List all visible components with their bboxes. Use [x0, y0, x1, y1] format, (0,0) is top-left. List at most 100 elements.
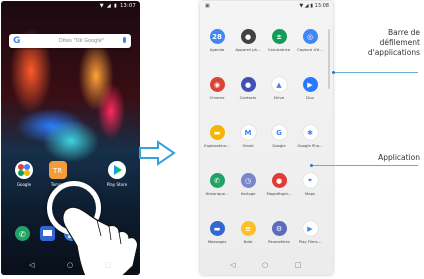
- app-item[interactable]: 28 Agenda: [202, 29, 232, 52]
- status-time: 13:07: [120, 3, 136, 9]
- scrollbar-leader-dot: [332, 71, 335, 74]
- app-icon[interactable]: ✱: [302, 125, 318, 140]
- app-item[interactable]: ◷ Horloge: [233, 173, 263, 196]
- app-item[interactable]: ▶ Duo: [295, 77, 325, 100]
- messages-icon[interactable]: [40, 226, 55, 241]
- app-label: Google: [272, 143, 286, 148]
- tommy-icon[interactable]: TR: [49, 161, 67, 179]
- app-item[interactable]: ≡ Note: [233, 221, 263, 244]
- battery-icon: ▮: [114, 3, 118, 9]
- scrollbar-leader-line: [334, 72, 418, 73]
- status-bar: ▼ ◢ ▮ 13:07: [100, 3, 136, 9]
- app-label: Magnétoph...: [266, 191, 292, 196]
- app-item[interactable]: ◎ Capture d'é...: [295, 29, 325, 52]
- app-label: Chrome: [209, 95, 225, 100]
- app-label: Note: [243, 239, 253, 244]
- search-placeholder: Dites "Ok Google": [59, 38, 105, 44]
- home-app-label: Google: [16, 182, 32, 187]
- status-bar: ▼ ◢ ▮ 13:08: [299, 3, 329, 9]
- status-time: 13:08: [314, 3, 329, 9]
- app-icon[interactable]: ●: [271, 173, 287, 188]
- app-leader-dot: [310, 164, 313, 167]
- svg-text:TR: TR: [52, 167, 62, 175]
- app-icon[interactable]: ▶: [302, 77, 318, 92]
- annotation-line-1: Barre de: [388, 28, 420, 37]
- app-icon[interactable]: M: [240, 125, 256, 140]
- app-icon[interactable]: ◎: [302, 29, 318, 44]
- app-label: Contacts: [239, 95, 257, 100]
- app-label: Capture d'é...: [297, 47, 323, 52]
- app-icon[interactable]: ✆: [209, 173, 225, 188]
- app-item[interactable]: ⌖ Maps: [295, 173, 325, 196]
- app-icon[interactable]: ◉: [209, 77, 225, 92]
- app-icon[interactable]: ◷: [240, 173, 256, 188]
- annotation-line-2: défilement: [379, 38, 420, 47]
- recents-button[interactable]: □: [105, 261, 112, 269]
- play-store-icon[interactable]: [108, 161, 126, 179]
- home-button[interactable]: ○: [67, 261, 73, 269]
- svg-text:✆: ✆: [19, 230, 26, 239]
- app-scrollbar[interactable]: [328, 29, 330, 89]
- app-label: Drive: [273, 95, 285, 100]
- app-item[interactable]: ▬ Messages: [202, 221, 232, 244]
- app-icon[interactable]: ●: [240, 29, 256, 44]
- app-item[interactable]: ✆ Historique...: [202, 173, 232, 196]
- back-button[interactable]: ◁: [230, 261, 235, 269]
- app-label: Historique...: [205, 191, 229, 196]
- back-button[interactable]: ◁: [29, 261, 34, 269]
- signal-icon: ◢: [304, 3, 309, 9]
- annotation-line-3: d'applications: [367, 48, 420, 57]
- google-search-bar[interactable]: G Dites "Ok Google": [9, 34, 131, 48]
- app-item[interactable]: ◉ Chrome: [202, 77, 232, 100]
- app-item[interactable]: ● Magnétoph...: [264, 173, 294, 196]
- app-icon[interactable]: ▲: [271, 77, 287, 92]
- signal-icon: ◢: [106, 3, 112, 9]
- app-label: Appareil ph...: [235, 47, 261, 52]
- app-leader-line: [312, 165, 418, 166]
- app-item[interactable]: ▬ Explorateur...: [202, 125, 232, 148]
- app-item[interactable]: G Google: [264, 125, 294, 148]
- app-icon[interactable]: ▶: [302, 221, 318, 236]
- app-icon[interactable]: ±: [271, 29, 287, 44]
- app-label: Google Pho...: [297, 143, 323, 148]
- app-icon[interactable]: ≡: [240, 221, 256, 236]
- app-icon[interactable]: ▬: [209, 125, 225, 140]
- app-icon[interactable]: G: [271, 125, 287, 140]
- app-icon[interactable]: ⌖: [302, 173, 318, 188]
- recents-button[interactable]: □: [295, 261, 302, 269]
- app-label: Agenda: [209, 47, 225, 52]
- app-item[interactable]: M Gmail: [233, 125, 263, 148]
- wifi-icon: ▼: [99, 3, 104, 9]
- app-icon[interactable]: ▬: [209, 221, 225, 236]
- app-annotation: Application: [378, 153, 420, 162]
- mic-icon[interactable]: [123, 37, 126, 43]
- app-label: Explorateur...: [204, 143, 230, 148]
- notification-icon: ▣: [205, 3, 210, 9]
- app-label: Play Films...: [298, 239, 322, 244]
- app-label: Horloge: [240, 191, 256, 196]
- phone-icon[interactable]: ✆: [15, 226, 30, 241]
- google-folder-icon[interactable]: [15, 161, 33, 179]
- battery-icon: ▮: [310, 3, 313, 9]
- app-icon[interactable]: ⚙: [271, 221, 287, 236]
- app-item[interactable]: ● Appareil ph...: [233, 29, 263, 52]
- home-app-label: Play Store: [106, 182, 128, 187]
- arrow-right-icon: [139, 140, 176, 166]
- scrollbar-annotation: Barre de défilement d'applications: [368, 28, 420, 58]
- app-drawer: ▣ ▼ ◢ ▮ 13:08 28 Agenda ● Appareil ph... ± Ca…: [200, 1, 333, 275]
- app-item[interactable]: ▲ Drive: [264, 77, 294, 100]
- app-icon[interactable]: 28: [209, 29, 225, 44]
- app-label: Messages: [207, 239, 227, 244]
- app-label: Maps: [305, 191, 315, 196]
- app-label: Paramètres: [268, 239, 290, 244]
- app-item[interactable]: ▶ Play Films...: [295, 221, 325, 244]
- app-item[interactable]: ± Calculatrice: [264, 29, 294, 52]
- app-item[interactable]: ✱ Google Pho...: [295, 125, 325, 148]
- home-button[interactable]: ○: [262, 261, 268, 269]
- app-icon[interactable]: ●: [240, 77, 256, 92]
- app-label: Gmail: [242, 143, 254, 148]
- app-item[interactable]: ⚙ Paramètres: [264, 221, 294, 244]
- app-item[interactable]: ● Contacts: [233, 77, 263, 100]
- home-screen: ▼ ◢ ▮ 13:07 G Dites "Ok Google" Google TR T…: [1, 1, 140, 275]
- wifi-icon: ▼: [299, 3, 304, 9]
